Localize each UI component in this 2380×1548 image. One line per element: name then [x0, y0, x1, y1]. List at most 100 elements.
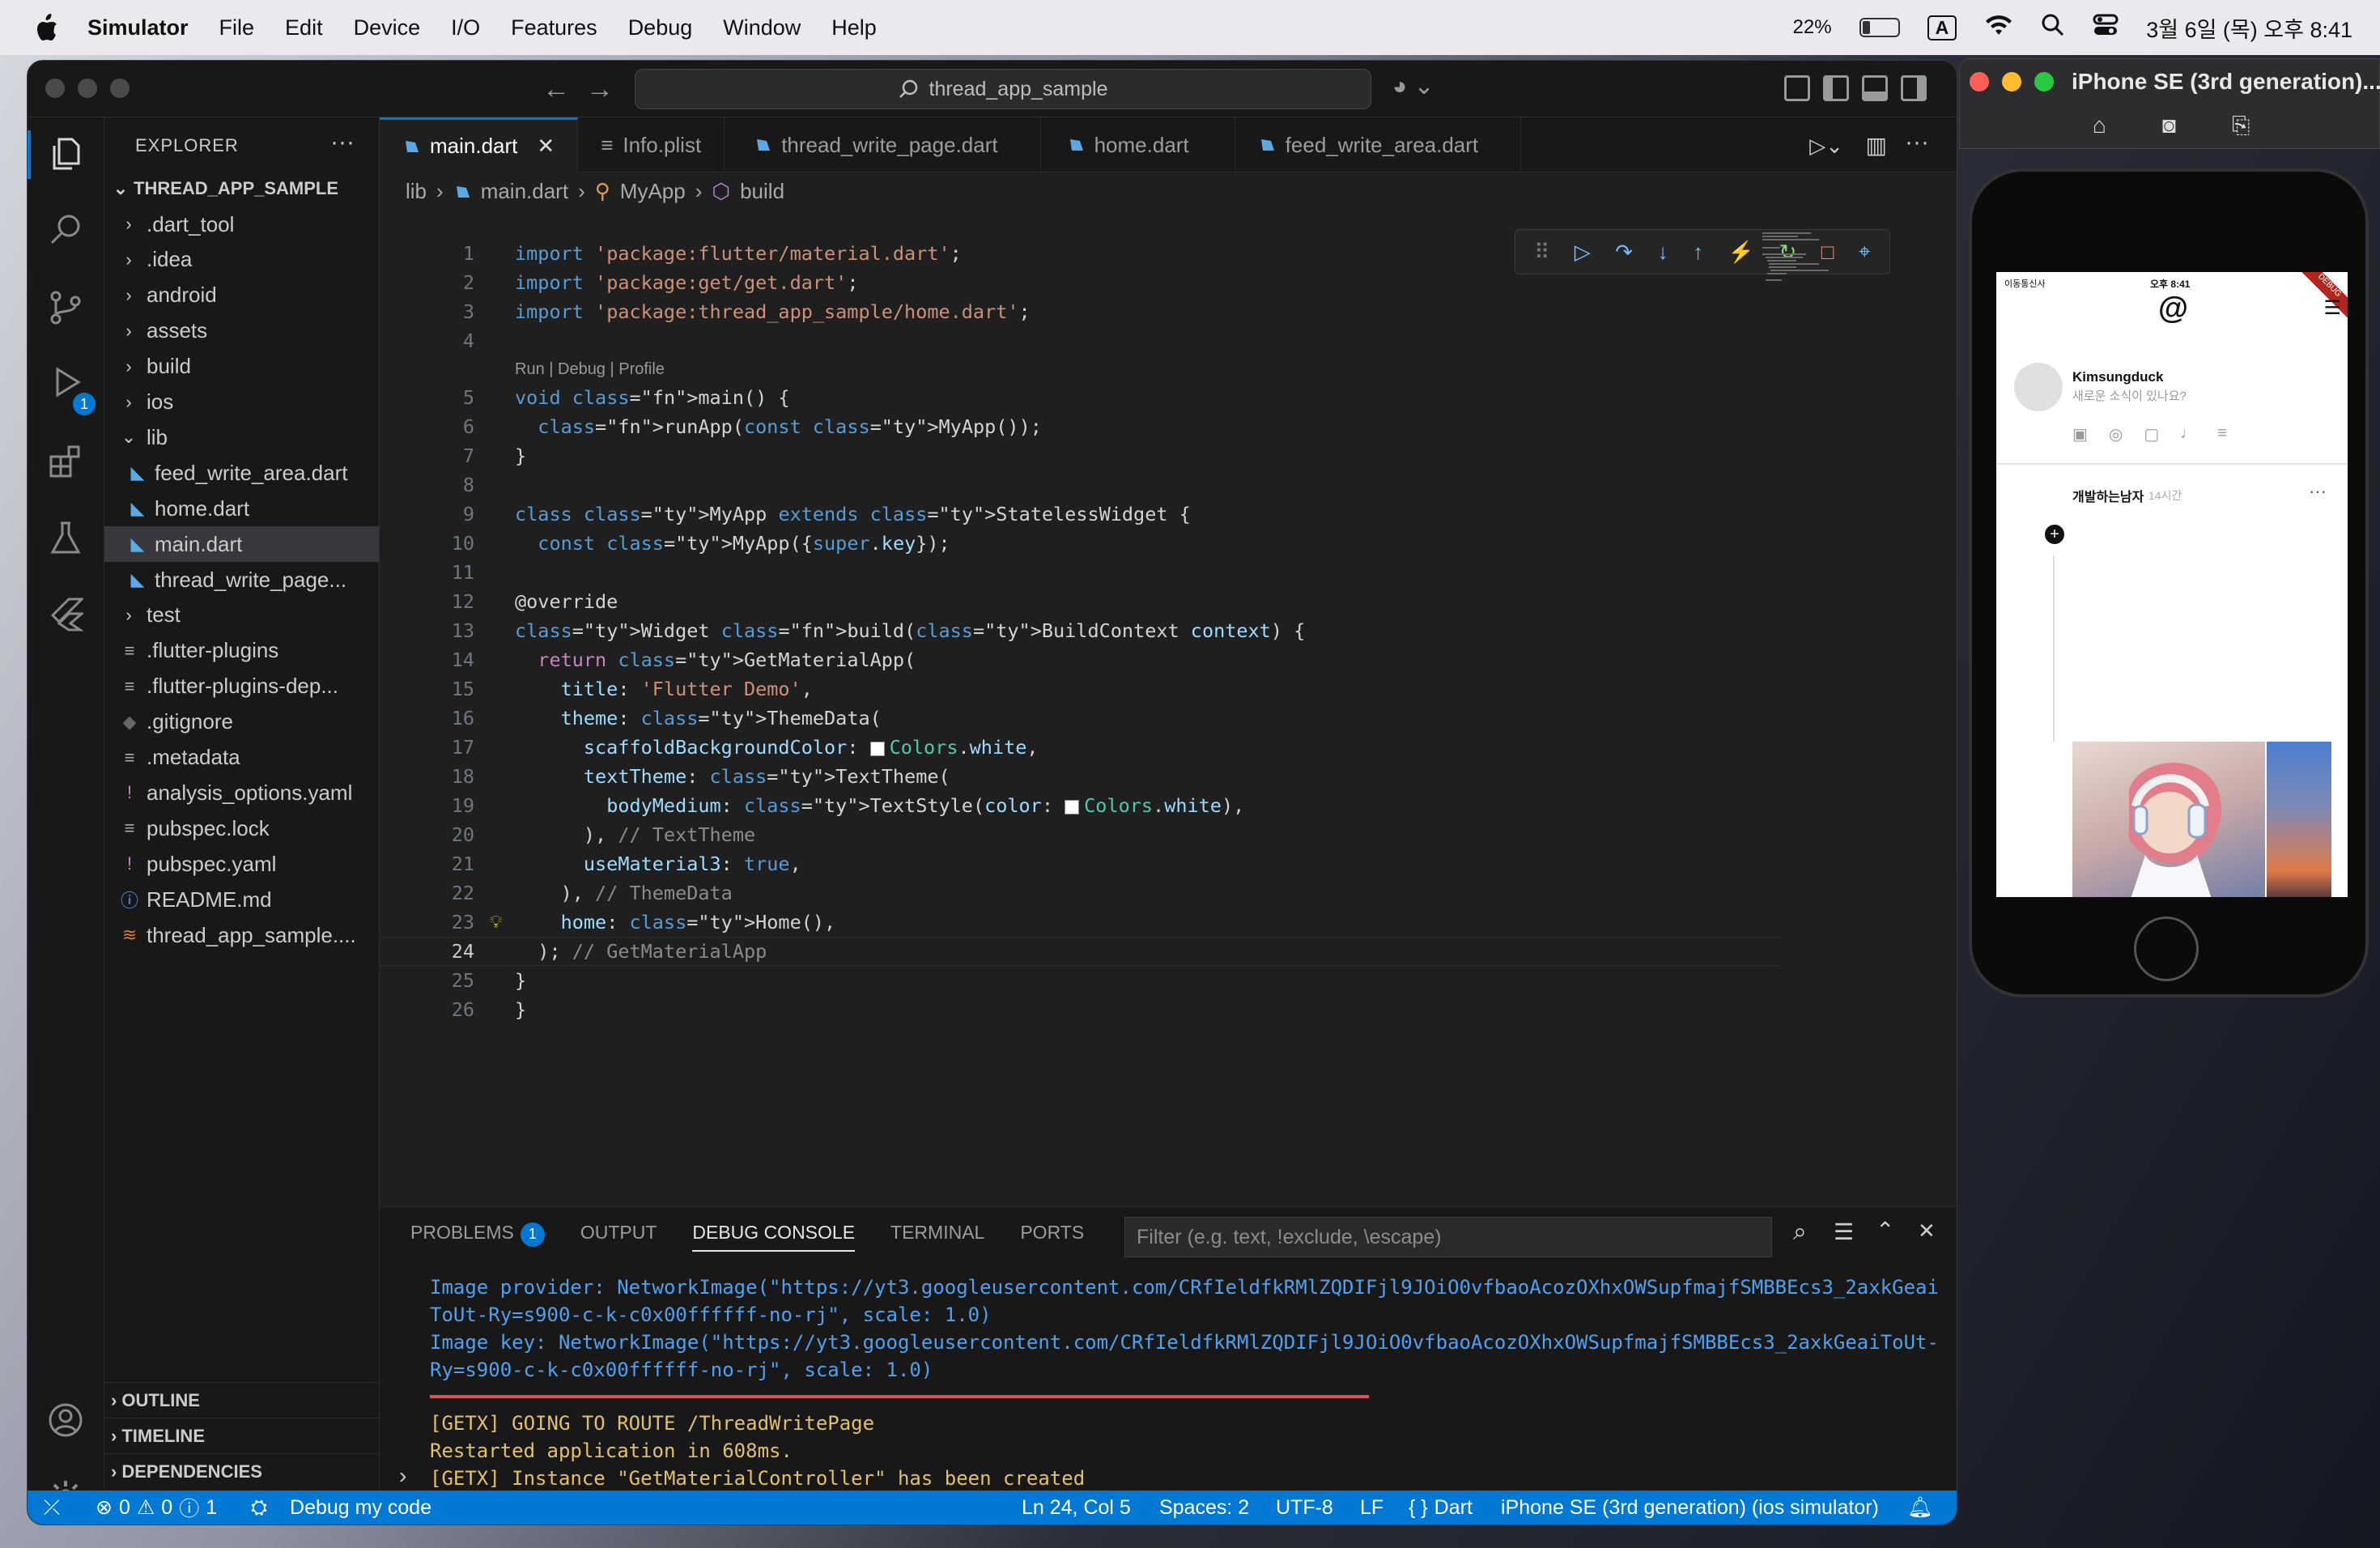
- wifi-icon[interactable]: [1984, 14, 2013, 42]
- tab-ports[interactable]: PORTS: [1020, 1222, 1084, 1252]
- camera-icon[interactable]: ◎: [2109, 424, 2123, 444]
- more-lines-icon[interactable]: ≡: [2217, 424, 2227, 444]
- rotate-icon[interactable]: ⎘: [2232, 113, 2250, 139]
- post-image-headphone-girl[interactable]: [2072, 742, 2265, 897]
- code-line[interactable]: 2 import 'package:get/get.dart';: [380, 268, 1780, 297]
- code-line[interactable]: 22 ), // ThemeData: [380, 878, 1780, 908]
- console-prompt-icon[interactable]: ›: [399, 1463, 406, 1489]
- tab-home-dart[interactable]: home.dart: [1041, 117, 1235, 172]
- tab-problems[interactable]: PROBLEMS 1: [410, 1222, 545, 1252]
- problems-status[interactable]: ⊗ 0 ⚠ 0 ⓘ 1: [96, 1491, 217, 1525]
- tree-item[interactable]: ◣ main.dart: [104, 526, 379, 563]
- customize-layout-icon[interactable]: [1784, 75, 1810, 101]
- follow-plus-icon[interactable]: +: [2045, 525, 2064, 544]
- code-line[interactable]: 20 ), // TextTheme: [380, 820, 1780, 849]
- code-line[interactable]: 11: [380, 558, 1780, 587]
- code-line[interactable]: 8: [380, 470, 1780, 500]
- post-more-icon[interactable]: ···: [2309, 481, 2327, 502]
- tree-item[interactable]: ◣ home.dart: [104, 491, 379, 526]
- toggle-primary-sidebar-icon[interactable]: [1823, 75, 1849, 101]
- tree-item[interactable]: › .idea: [104, 242, 379, 278]
- screenshot-camera-icon[interactable]: ◙: [2162, 113, 2176, 138]
- code-line[interactable]: 16 theme: class="ty">ThemeData(: [380, 704, 1780, 733]
- code-line[interactable]: 1 import 'package:flutter/material.dart';: [380, 239, 1780, 268]
- menu-file[interactable]: File: [219, 15, 255, 40]
- mic-icon[interactable]: ♩: [2180, 424, 2196, 444]
- clear-console-icon[interactable]: ☰: [1834, 1218, 1854, 1245]
- tree-item[interactable]: ≡ .flutter-plugins-dep...: [104, 669, 379, 704]
- tree-item[interactable]: ◣ feed_write_area.dart: [104, 455, 379, 491]
- close-tab-icon[interactable]: ✕: [537, 134, 555, 159]
- device-selector[interactable]: iPhone SE (3rd generation) (ios simulato…: [1501, 1491, 1879, 1525]
- menu-help[interactable]: Help: [831, 15, 877, 40]
- extensions-icon[interactable]: [47, 443, 84, 480]
- code-line[interactable]: 21 useMaterial3: true,: [380, 849, 1780, 878]
- flutter-icon[interactable]: [47, 595, 84, 632]
- minimap[interactable]: [1762, 231, 1851, 304]
- tab-feed-write-area[interactable]: feed_write_area.dart: [1235, 117, 1522, 172]
- zoom-window-button[interactable]: [2034, 72, 2054, 91]
- code-line[interactable]: 23 home: class="ty">Home(), 💡︎: [380, 908, 1780, 937]
- tab-terminal[interactable]: TERMINAL: [890, 1222, 984, 1252]
- phone-screen[interactable]: 이동통신사 오후 8:41 DEBUG @ ☰ Kimsungduck 새로운 …: [1996, 272, 2348, 897]
- encoding[interactable]: UTF-8: [1276, 1491, 1333, 1525]
- code-line[interactable]: 13 class="ty">Widget class="fn">build(cla…: [380, 616, 1780, 645]
- menu-hamburger-icon[interactable]: ☰: [2323, 296, 2341, 320]
- breadcrumb-lib[interactable]: lib: [406, 179, 427, 204]
- run-debug-dropdown-icon[interactable]: ▷⌄: [1809, 134, 1843, 159]
- post-prompt[interactable]: 새로운 소식이 있나요?: [2072, 387, 2187, 404]
- minimize-window-button[interactable]: [78, 79, 97, 98]
- language-mode[interactable]: { } Dart: [1409, 1491, 1473, 1525]
- menu-app-name[interactable]: Simulator: [87, 15, 189, 40]
- remote-icon[interactable]: ⤫: [44, 1491, 60, 1525]
- tree-item[interactable]: ⌄ lib: [104, 419, 379, 455]
- tree-item[interactable]: ◆ .gitignore: [104, 704, 379, 740]
- split-editor-icon[interactable]: ▥: [1866, 132, 1887, 159]
- search-icon[interactable]: [47, 211, 84, 249]
- code-line[interactable]: 18 textTheme: class="ty">TextTheme(: [380, 762, 1780, 791]
- back-arrow-icon[interactable]: ←: [542, 74, 570, 105]
- debug-status[interactable]: ⛭ Debug my code: [251, 1491, 431, 1525]
- section-outline[interactable]: › OUTLINE: [104, 1382, 379, 1418]
- tree-item[interactable]: ⓘ README.md: [104, 882, 379, 917]
- code-line[interactable]: 5 void class="fn">main() {: [380, 383, 1780, 412]
- code-line[interactable]: 24 ); // GetMaterialApp: [380, 937, 1780, 966]
- tree-item[interactable]: ≡ .flutter-plugins: [104, 633, 379, 669]
- accounts-icon[interactable]: [47, 1401, 84, 1439]
- maximize-panel-icon[interactable]: ⌃: [1876, 1217, 1894, 1244]
- cursor-position[interactable]: Ln 24, Col 5: [1022, 1491, 1131, 1525]
- code-line[interactable]: 17 scaffoldBackgroundColor: Colors.white…: [380, 733, 1780, 762]
- explorer-files-icon[interactable]: [47, 135, 84, 172]
- copilot-icon[interactable]: ◕ ⌄: [1392, 72, 1434, 100]
- code-line[interactable]: 3 import 'package:thread_app_sample/home.…: [380, 297, 1780, 326]
- section-timeline[interactable]: › TIMELINE: [104, 1418, 379, 1453]
- tree-item[interactable]: › test: [104, 598, 379, 633]
- post-image-sunset[interactable]: [2267, 742, 2331, 897]
- control-center-icon[interactable]: [2093, 14, 2119, 42]
- lightbulb-icon[interactable]: 💡︎: [490, 912, 502, 933]
- close-window-button[interactable]: [1970, 72, 1989, 91]
- tab-info-plist[interactable]: ≡ Info.plist: [578, 117, 725, 172]
- command-center-search[interactable]: thread_app_sample: [635, 69, 1371, 109]
- apple-icon[interactable]: [31, 11, 63, 44]
- code-line[interactable]: 4: [380, 326, 1780, 355]
- code-line[interactable]: 10 const class="ty">MyApp({super.key});: [380, 529, 1780, 558]
- avatar[interactable]: [2014, 363, 2063, 411]
- breadcrumb-build[interactable]: build: [740, 179, 784, 204]
- tree-item[interactable]: ! pubspec.yaml: [104, 846, 379, 882]
- tab-thread-write-page[interactable]: thread_write_page.dart: [725, 117, 1041, 172]
- code-line[interactable]: 6 class="fn">runApp(const class="ty">MyA…: [380, 412, 1780, 441]
- code-line[interactable]: 26}: [380, 995, 1780, 1024]
- minimize-window-button[interactable]: [2002, 72, 2021, 91]
- menu-device[interactable]: Device: [354, 15, 421, 40]
- close-window-button[interactable]: [45, 79, 65, 98]
- spotlight-search-icon[interactable]: [2041, 13, 2065, 43]
- home-icon[interactable]: ⌂: [2093, 113, 2106, 138]
- code-line[interactable]: 9 class class="ty">MyApp extends class="t…: [380, 500, 1780, 529]
- tree-item[interactable]: › .dart_tool: [104, 206, 379, 242]
- debug-console-output[interactable]: Image provider: NetworkImage("https://yt…: [430, 1274, 1940, 1520]
- notifications-bell-icon[interactable]: 🔔︎: [1907, 1491, 1933, 1525]
- menu-features[interactable]: Features: [511, 15, 597, 40]
- tab-debug-console[interactable]: DEBUG CONSOLE: [692, 1222, 856, 1252]
- console-filter-input[interactable]: Filter (e.g. text, !exclude, \escape): [1124, 1217, 1772, 1257]
